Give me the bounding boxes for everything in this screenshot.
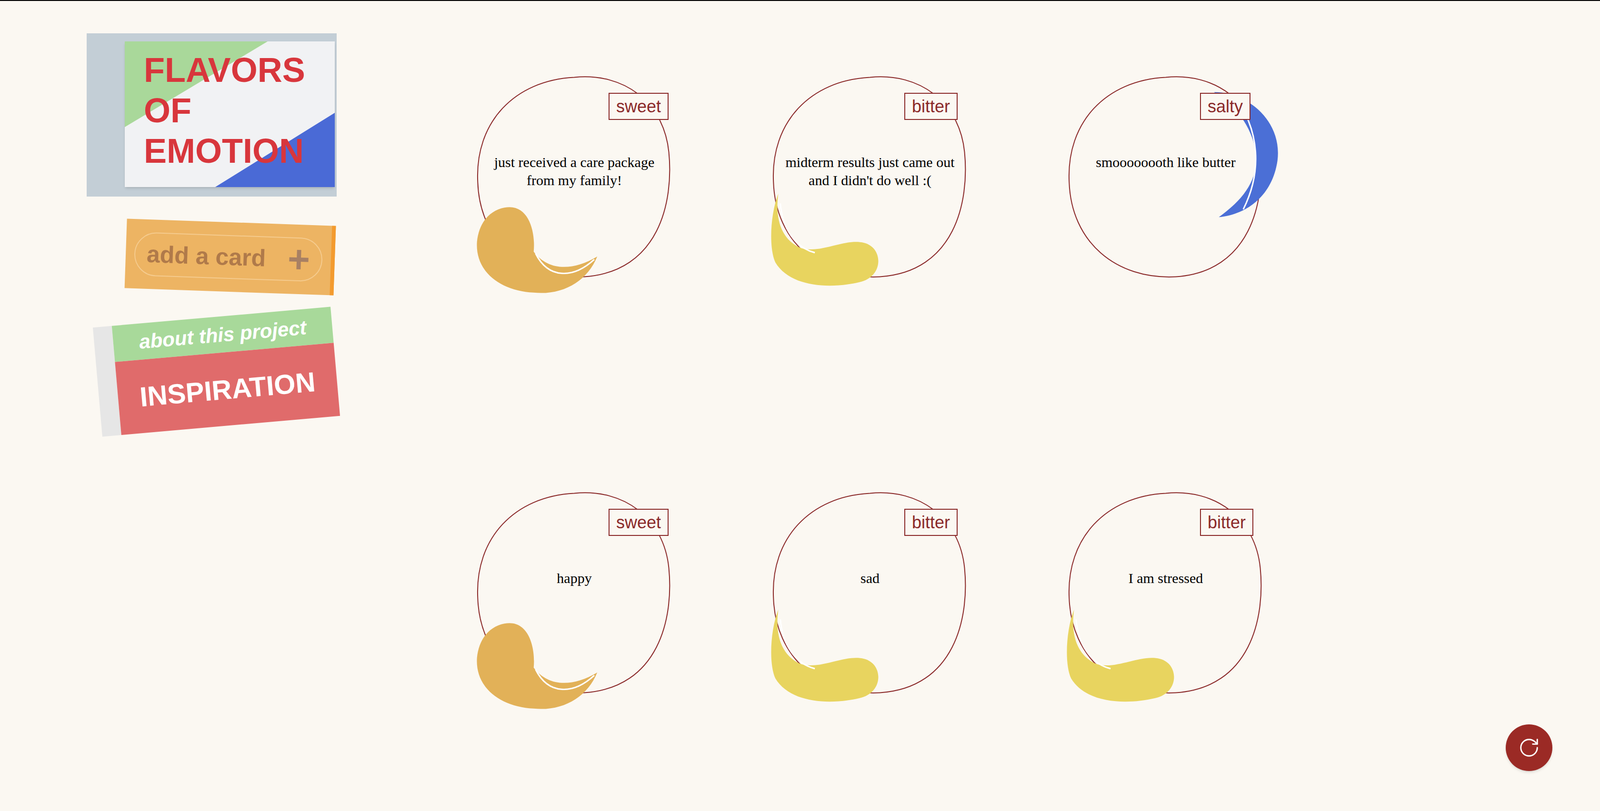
inspiration-front: about this projectINSPIRATION: [111, 307, 340, 436]
logo-front: FLAVORSOFEMOTION: [124, 41, 335, 188]
leaf-icon: [1066, 609, 1180, 705]
drop-icon: [474, 202, 603, 296]
card-text: smoooooooth like butter: [1080, 153, 1251, 172]
flavor-tag: bitter: [904, 92, 958, 120]
page: FLAVORSOFEMOTION add a card + about this pr…: [0, 0, 1600, 811]
logo-text: FLAVORSOFEMOTION: [124, 41, 335, 172]
add-card-button[interactable]: add a card +: [124, 218, 337, 296]
flavor-tag: bitter: [1200, 509, 1254, 537]
card-text: I am stressed: [1080, 569, 1251, 588]
card-grid: sweet just received a care package from m…: [474, 0, 1266, 811]
logo-line: OF: [143, 90, 335, 131]
card-text: midterm results just came out and I didn…: [784, 153, 956, 190]
logo-line: EMOTION: [143, 130, 335, 172]
inspiration-button[interactable]: about this projectINSPIRATION: [92, 307, 340, 438]
flavor-tag: bitter: [904, 509, 958, 537]
emotion-card[interactable]: sweet just received a care package from m…: [474, 72, 674, 282]
emotion-card[interactable]: bitter I am stressed: [1066, 488, 1266, 699]
leaf-icon: [770, 192, 884, 289]
card-text: just received a care package from my fam…: [489, 153, 660, 190]
leaf-icon: [770, 609, 884, 705]
flavor-tag: salty: [1200, 92, 1251, 120]
emotion-card[interactable]: bitter sad: [770, 488, 970, 699]
plus-icon: +: [287, 240, 311, 280]
refresh-button[interactable]: [1505, 724, 1553, 772]
drop-icon: [474, 619, 603, 712]
card-text: sad: [784, 569, 956, 588]
flavor-tag: sweet: [608, 509, 669, 537]
add-card-label: add a card: [146, 236, 267, 277]
emotion-card[interactable]: sweet happy: [474, 488, 674, 699]
card-text: happy: [489, 569, 660, 588]
emotion-card[interactable]: salty smoooooooth like butter: [1066, 72, 1266, 282]
add-card-pill: add a card +: [133, 231, 324, 283]
logo-line: FLAVORS: [143, 50, 335, 91]
logo[interactable]: FLAVORSOFEMOTION: [86, 33, 337, 197]
flavor-tag: sweet: [608, 92, 669, 120]
sidebar: FLAVORSOFEMOTION add a card + about this pr…: [0, 0, 475, 811]
refresh-icon: [1518, 737, 1540, 760]
emotion-card[interactable]: bitter midterm results just came out and …: [770, 72, 970, 282]
